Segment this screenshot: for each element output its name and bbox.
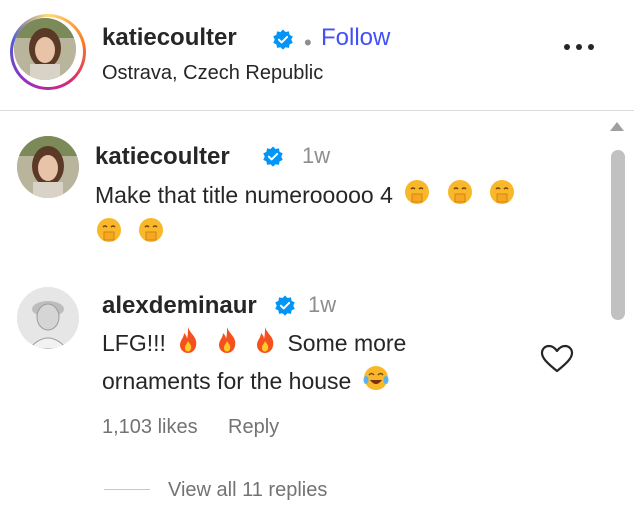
avatar[interactable]	[14, 18, 76, 80]
post-header: katiecoulter • Follow Ostrava, Czech Rep…	[0, 0, 634, 111]
hand-over-mouth-emoji	[403, 178, 431, 216]
reply-button[interactable]: Reply	[228, 416, 279, 439]
likes-count[interactable]: 1,103 likes	[102, 416, 198, 439]
hand-over-mouth-emoji	[95, 216, 123, 254]
comment-text: LFG!!! Some more ornaments for the house	[102, 326, 532, 402]
location-link[interactable]: Ostrava, Czech Republic	[102, 62, 323, 85]
hand-over-mouth-emoji	[446, 178, 474, 216]
heart-icon[interactable]	[540, 344, 574, 374]
view-replies-button[interactable]: View all 11 replies	[168, 479, 327, 502]
comment-text: Make that title numerooooo 4	[95, 178, 595, 254]
avatar[interactable]	[17, 287, 79, 349]
comment-username[interactable]: alexdeminaur	[102, 292, 257, 320]
replies-divider	[104, 489, 150, 490]
verified-badge-icon	[274, 295, 296, 322]
hand-over-mouth-emoji	[488, 178, 516, 216]
comment-text-segment: ornaments for the house	[102, 368, 352, 395]
avatar[interactable]	[17, 136, 79, 198]
hand-over-mouth-emoji	[137, 216, 165, 254]
header-username[interactable]: katiecoulter	[102, 24, 237, 52]
fire-emoji	[215, 326, 239, 364]
verified-badge-icon	[272, 29, 294, 56]
comment-text-segment: LFG!!!	[102, 330, 166, 357]
comment-text-segment: Some more	[287, 330, 407, 357]
verified-badge-icon	[262, 146, 284, 173]
comment-timestamp[interactable]: 1w	[308, 292, 336, 318]
story-ring[interactable]	[10, 14, 86, 90]
tears-of-joy-emoji	[362, 364, 390, 402]
follow-button[interactable]: Follow	[321, 24, 390, 52]
scroll-up-arrow-icon[interactable]	[610, 122, 624, 131]
fire-emoji	[176, 326, 200, 364]
scrollbar-thumb[interactable]	[611, 150, 625, 320]
fire-emoji	[253, 326, 277, 364]
separator-dot: •	[304, 30, 312, 55]
comment-text-line: Make that title numerooooo 4	[95, 182, 393, 209]
more-options-icon[interactable]	[562, 40, 596, 54]
comment-timestamp[interactable]: 1w	[302, 143, 330, 169]
comment-username[interactable]: katiecoulter	[95, 143, 230, 171]
